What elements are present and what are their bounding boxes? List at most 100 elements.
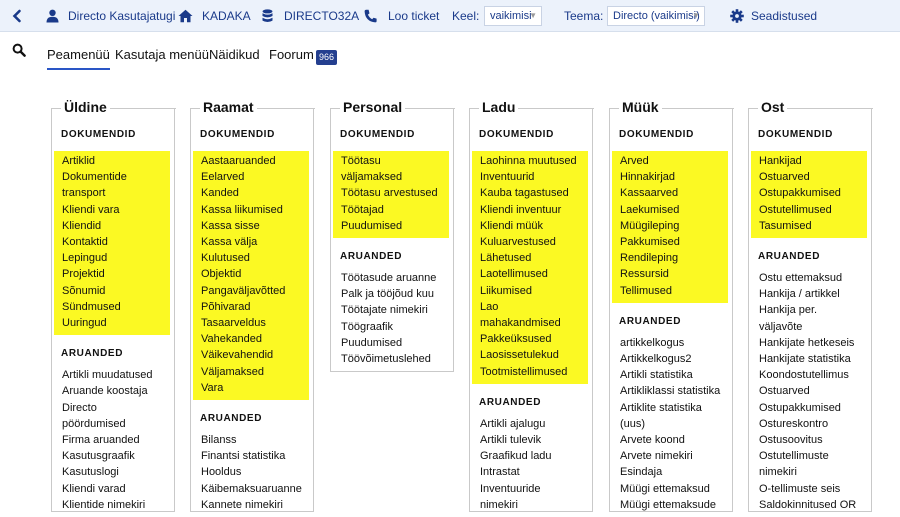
report-link[interactable]: Finantsi statistika xyxy=(201,448,313,464)
create-ticket-link[interactable]: Loo ticket xyxy=(388,0,439,32)
report-link[interactable]: väljavõte xyxy=(759,319,871,335)
report-link[interactable]: Bilanss xyxy=(201,432,313,448)
document-link[interactable]: Inventuurid xyxy=(480,169,588,185)
report-link[interactable]: Aruande koostaja xyxy=(62,383,174,399)
report-link[interactable]: Artikli ajalugu xyxy=(480,416,592,432)
report-link[interactable]: Kasutusgraafik xyxy=(62,448,174,464)
report-link[interactable]: Klientide nimekiri xyxy=(62,497,174,513)
document-link[interactable]: Tasaarveldus xyxy=(201,315,309,331)
document-link[interactable]: Kliendi müük xyxy=(480,218,588,234)
settings-link[interactable]: Seadistused xyxy=(751,0,817,32)
document-link[interactable]: Väljamaksed xyxy=(201,364,309,380)
document-link[interactable]: Aastaaruanded xyxy=(201,153,309,169)
document-link[interactable]: Kanded xyxy=(201,185,309,201)
report-link[interactable]: Esindaja xyxy=(620,464,732,480)
document-link[interactable]: Uuringud xyxy=(62,315,170,331)
language-select[interactable]: vaikimisi ▼ xyxy=(484,6,542,26)
document-link[interactable]: Töötasu arvestused xyxy=(341,185,449,201)
report-link[interactable]: Inventuuride xyxy=(480,481,592,497)
document-link[interactable]: Tasumised xyxy=(759,218,867,234)
report-link[interactable]: Töötajate nimekiri xyxy=(341,302,453,318)
document-link[interactable]: Sõnumid xyxy=(62,283,170,299)
document-link[interactable]: Müügileping xyxy=(620,218,728,234)
report-link[interactable]: Graafikud ladu xyxy=(480,448,592,464)
document-link[interactable]: Objektid xyxy=(201,266,309,282)
document-link[interactable]: Ostutellimused xyxy=(759,202,867,218)
document-link[interactable]: Pakkumised xyxy=(620,234,728,250)
tab-forum[interactable]: Foorum xyxy=(269,47,314,62)
document-link[interactable]: Eelarved xyxy=(201,169,309,185)
document-link[interactable]: Väikevahendid xyxy=(201,347,309,363)
report-link[interactable]: Ostutellimuste xyxy=(759,448,871,464)
document-link[interactable]: Töötasu xyxy=(341,153,449,169)
report-link[interactable]: Töövõimetuslehed xyxy=(341,351,453,367)
document-link[interactable]: Kliendi inventuur xyxy=(480,202,588,218)
report-link[interactable]: Ostusoovitus xyxy=(759,432,871,448)
report-link[interactable]: Ostuarved xyxy=(759,383,871,399)
report-link[interactable]: artikkelkogus xyxy=(620,335,732,351)
document-link[interactable]: Sündmused xyxy=(62,299,170,315)
tab-main-menu[interactable]: Peamenüü xyxy=(47,47,110,70)
document-link[interactable]: Kontaktid xyxy=(62,234,170,250)
document-link[interactable]: Pangaväljavõtted xyxy=(201,283,309,299)
report-link[interactable]: Müügi ettemaksude xyxy=(620,497,732,513)
document-link[interactable]: Vahekanded xyxy=(201,331,309,347)
company-link[interactable]: KADAKA xyxy=(202,0,251,32)
report-link[interactable]: Ostureskontro xyxy=(759,416,871,432)
user-link[interactable]: Directo Kasutajatugi xyxy=(68,0,175,32)
document-link[interactable]: Ostuarved xyxy=(759,169,867,185)
back-icon[interactable] xyxy=(10,0,26,32)
document-link[interactable]: Puudumised xyxy=(341,218,449,234)
document-link[interactable]: väljamaksed xyxy=(341,169,449,185)
report-link[interactable]: Kannete nimekiri xyxy=(201,497,313,513)
report-link[interactable]: Ostupakkumised xyxy=(759,400,871,416)
search-icon[interactable] xyxy=(12,43,28,59)
document-link[interactable]: Laotellimused xyxy=(480,266,588,282)
document-link[interactable]: Lähetused xyxy=(480,250,588,266)
document-link[interactable]: Kuluarvestused xyxy=(480,234,588,250)
theme-select[interactable]: Directo (vaikimisi) ▼ xyxy=(607,6,705,26)
report-link[interactable]: Artiklite statistika xyxy=(620,400,732,416)
tab-indicators[interactable]: Näidikud xyxy=(209,47,260,62)
report-link[interactable]: Hooldus xyxy=(201,464,313,480)
report-link[interactable]: Töötasude aruanne xyxy=(341,270,453,286)
report-link[interactable]: Töögraafik xyxy=(341,319,453,335)
document-link[interactable]: Rendileping xyxy=(620,250,728,266)
document-link[interactable]: Hinnakirjad xyxy=(620,169,728,185)
report-link[interactable]: Koondostutellimus xyxy=(759,367,871,383)
report-link[interactable]: (uus) xyxy=(620,416,732,432)
document-link[interactable]: Laohinna muutused xyxy=(480,153,588,169)
report-link[interactable]: Artikli tulevik xyxy=(480,432,592,448)
report-link[interactable]: Hankijate statistika xyxy=(759,351,871,367)
document-link[interactable]: Lao xyxy=(480,299,588,315)
report-link[interactable]: Kasutuslogi xyxy=(62,464,174,480)
document-link[interactable]: Lepingud xyxy=(62,250,170,266)
report-link[interactable]: Müügi ettemaksud xyxy=(620,481,732,497)
report-link[interactable]: Artikli muudatused xyxy=(62,367,174,383)
report-link[interactable]: Arvete nimekiri xyxy=(620,448,732,464)
document-link[interactable]: Projektid xyxy=(62,266,170,282)
document-link[interactable]: Vara xyxy=(201,380,309,396)
report-link[interactable]: O-tellimuste seis xyxy=(759,481,871,497)
document-link[interactable]: Laosissetulekud xyxy=(480,347,588,363)
document-link[interactable]: Artiklid xyxy=(62,153,170,169)
document-link[interactable]: Kassa liikumised xyxy=(201,202,309,218)
document-link[interactable]: Töötajad xyxy=(341,202,449,218)
tab-user-menu[interactable]: Kasutaja menüü xyxy=(115,47,209,62)
document-link[interactable]: Arved xyxy=(620,153,728,169)
report-link[interactable]: Hankija / artikkel xyxy=(759,286,871,302)
report-link[interactable]: Firma aruanded xyxy=(62,432,174,448)
report-link[interactable]: Hankijate hetkeseis xyxy=(759,335,871,351)
document-link[interactable]: mahakandmised xyxy=(480,315,588,331)
document-link[interactable]: Dokumentide xyxy=(62,169,170,185)
document-link[interactable]: Ressursid xyxy=(620,266,728,282)
document-link[interactable]: Kassa välja xyxy=(201,234,309,250)
report-link[interactable]: Kliendi varad xyxy=(62,481,174,497)
document-link[interactable]: Tellimused xyxy=(620,283,728,299)
report-link[interactable]: Hankija per. xyxy=(759,302,871,318)
document-link[interactable]: Kauba tagastused xyxy=(480,185,588,201)
document-link[interactable]: Kliendi vara xyxy=(62,202,170,218)
report-link[interactable]: Artikli statistika xyxy=(620,367,732,383)
document-link[interactable]: Pakkeüksused xyxy=(480,331,588,347)
document-link[interactable]: Kliendid xyxy=(62,218,170,234)
